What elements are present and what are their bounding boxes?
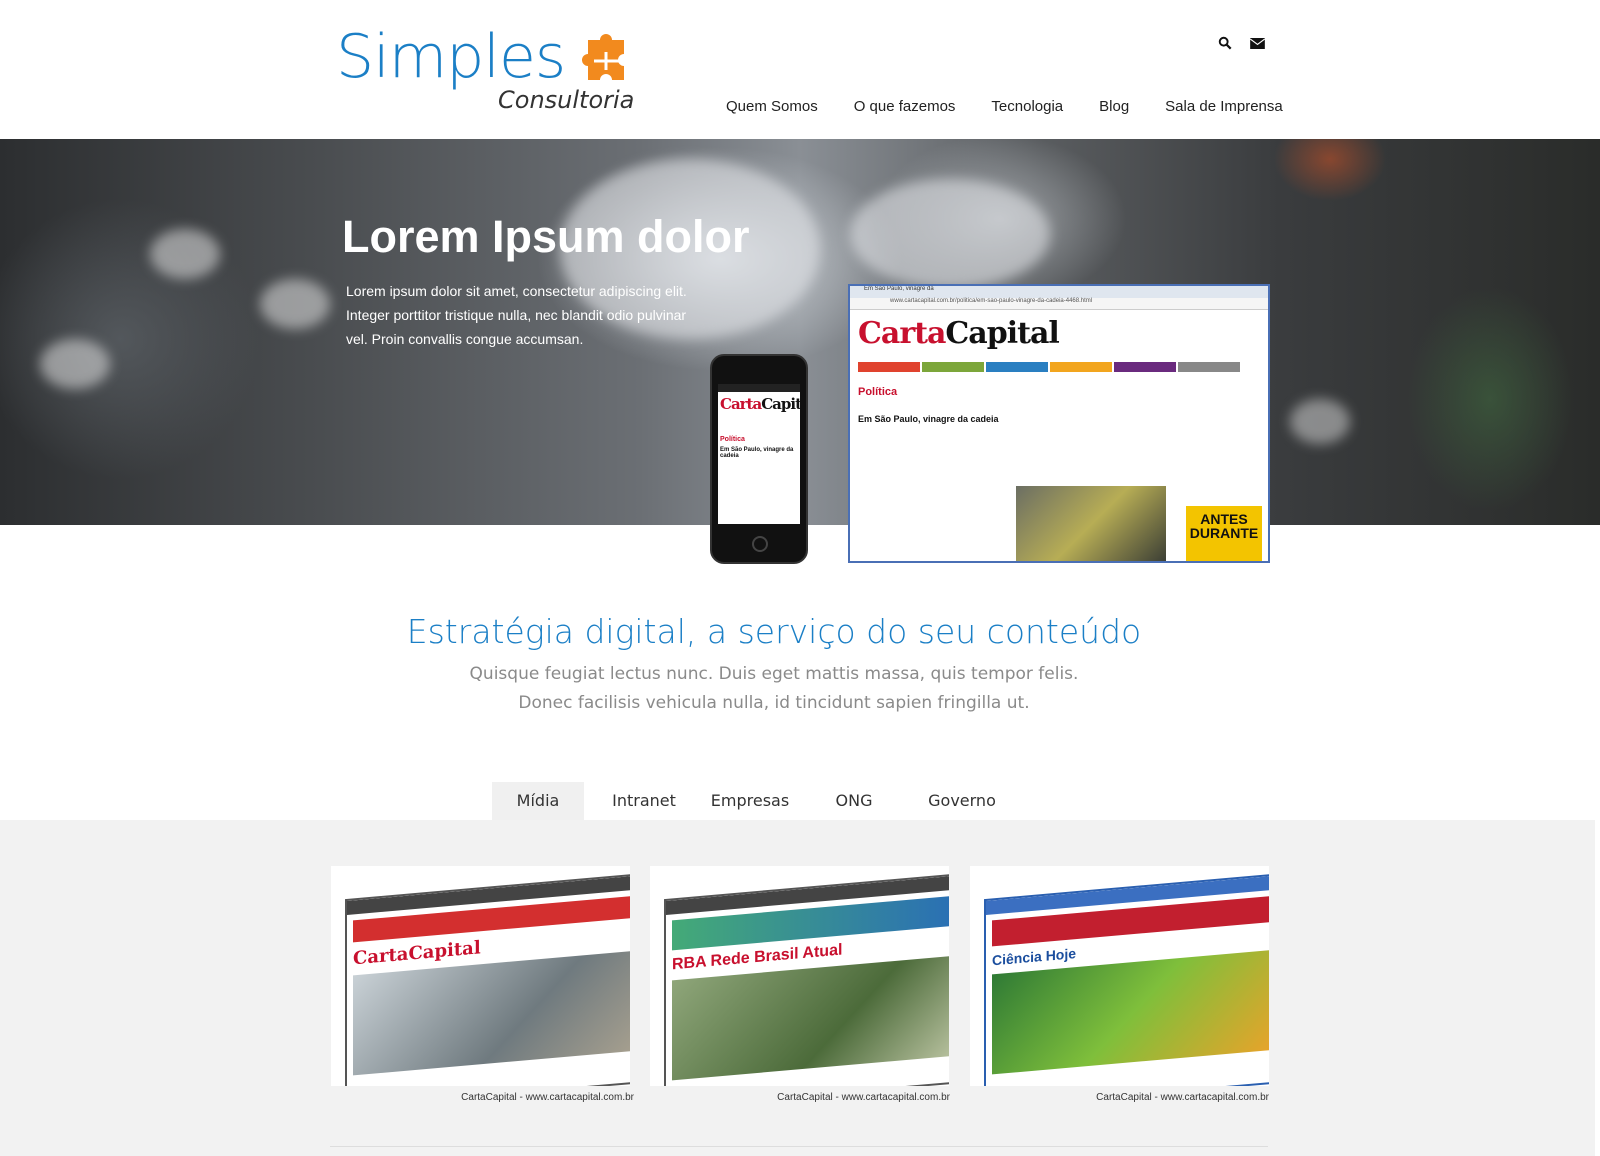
site-screenshot: RBA Rede Brasil Atual (664, 872, 949, 1086)
logo-wordmark: Simples (336, 22, 566, 92)
main-nav: Quem Somos O que fazemos Tecnologia Blog… (726, 98, 1283, 115)
section-title: Estratégia digital, a serviço do seu con… (406, 612, 1142, 651)
article-photo (1016, 486, 1166, 561)
hero-title: Lorem Ipsum dolor (342, 211, 750, 262)
search-icon[interactable] (1218, 36, 1236, 54)
card-caption: CartaCapital - www.cartacapital.com.br (777, 1092, 950, 1103)
nav-sala-de-imprensa[interactable]: Sala de Imprensa (1165, 98, 1283, 115)
phone-site-logo: CartaCapital (720, 395, 800, 413)
tab-empresas[interactable]: Empresas (704, 782, 796, 822)
phone-headline: Em São Paulo, vinagre da cadeia (720, 447, 794, 459)
phone-home-button (752, 536, 768, 552)
portfolio-card[interactable]: CartaCapital (331, 866, 630, 1086)
menu-bar-segment (1114, 362, 1176, 372)
puzzle-icon (582, 34, 624, 80)
site-section: Política (858, 386, 898, 398)
nav-blog[interactable]: Blog (1099, 98, 1129, 115)
site-header: Simples Consultoria Quem Somos O que faz… (0, 0, 1600, 139)
site-screenshot: CartaCapital (345, 872, 630, 1086)
hero-bg-helmet-2 (260, 279, 330, 329)
menu-bar-segment (858, 362, 920, 372)
site-logo: CartaCapital (858, 316, 1060, 351)
hero-bg-smoke-2 (850, 179, 1050, 289)
phone-mockup: CartaCapital Política Em São Paulo, vina… (710, 354, 808, 564)
card-caption: CartaCapital - www.cartacapital.com.br (1096, 1092, 1269, 1103)
logo[interactable]: Simples Consultoria (336, 22, 646, 118)
phone-screen: CartaCapital Política Em São Paulo, vina… (718, 384, 800, 524)
nav-tecnologia[interactable]: Tecnologia (991, 98, 1063, 115)
site-screenshot: Ciência Hoje (984, 872, 1269, 1086)
browser-address-bar: www.cartacapital.com.br/politica/em-sao-… (850, 298, 1268, 310)
hero-bg-helmet (150, 229, 220, 279)
tab-governo[interactable]: Governo (912, 782, 1012, 822)
site-headline: Em São Paulo, vinagre da cadeia (858, 414, 999, 424)
menu-bar-segment (1178, 362, 1240, 372)
tab-midia[interactable]: Mídia (492, 782, 584, 822)
phone-section: Política (720, 436, 745, 443)
hero-bg-helmet-3 (40, 339, 110, 389)
logo-subtitle: Consultoria (498, 86, 635, 114)
screenshot-photo (672, 955, 949, 1081)
phone-status-bar (718, 384, 800, 392)
hero-text: Lorem ipsum dolor sit amet, consectetur … (346, 283, 687, 347)
site-menu (858, 362, 1240, 372)
section-subtitle: Quisque feugiat lectus nunc. Duis eget m… (0, 660, 1548, 718)
portfolio-card[interactable]: RBA Rede Brasil Atual (650, 866, 949, 1086)
menu-bar-segment (922, 362, 984, 372)
portfolio-panel: CartaCapital CartaCapital - www.cartacap… (0, 820, 1595, 1156)
menu-bar-segment (986, 362, 1048, 372)
ad-banner: ANTES DURANTE (1186, 506, 1262, 561)
screenshot-photo (353, 950, 630, 1076)
nav-quem-somos[interactable]: Quem Somos (726, 98, 818, 115)
card-caption: CartaCapital - www.cartacapital.com.br (461, 1092, 634, 1103)
menu-bar-segment (1050, 362, 1112, 372)
section-subtitle-line-2: Donec facilisis vehicula nulla, id tinci… (518, 693, 1030, 713)
top-icons (1218, 36, 1268, 54)
hero-bg-helmet-4 (1290, 399, 1350, 444)
divider (330, 1146, 1268, 1147)
nav-o-que-fazemos[interactable]: O que fazemos (854, 98, 956, 115)
browser-tab: Em São Paulo, vinagre da (850, 286, 1268, 298)
screenshot-photo (992, 949, 1269, 1075)
tab-ong[interactable]: ONG (796, 782, 912, 822)
browser-mockup: Em São Paulo, vinagre da www.cartacapita… (848, 284, 1270, 563)
category-tabs: Mídia Intranet Empresas ONG Governo (492, 782, 1012, 822)
envelope-icon[interactable] (1249, 36, 1268, 54)
section-subtitle-line-1: Quisque feugiat lectus nunc. Duis eget m… (469, 664, 1079, 684)
tab-intranet[interactable]: Intranet (584, 782, 704, 822)
portfolio-card[interactable]: Ciência Hoje (970, 866, 1269, 1086)
